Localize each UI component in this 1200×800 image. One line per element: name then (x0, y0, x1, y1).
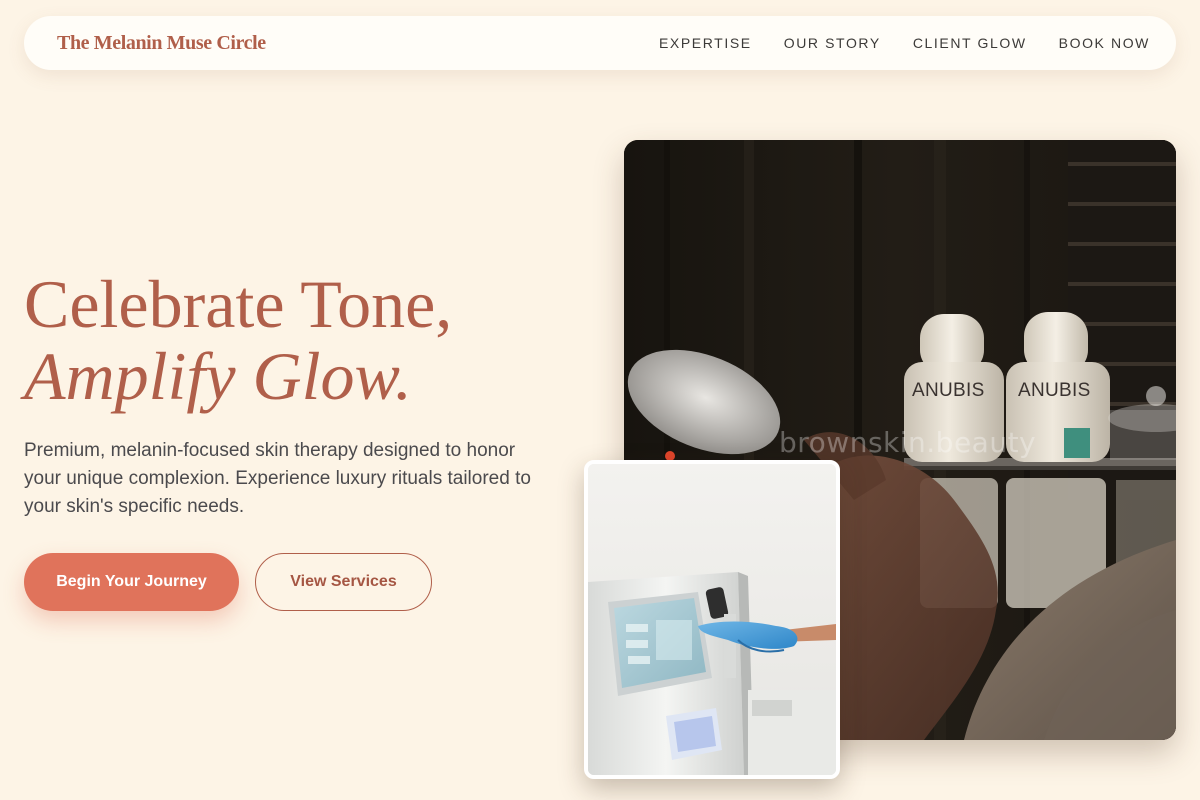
landing-page: The Melanin Muse Circle EXPERTISE OUR ST… (0, 0, 1200, 800)
navbar: The Melanin Muse Circle EXPERTISE OUR ST… (24, 16, 1176, 70)
nav-link-client-glow[interactable]: CLIENT GLOW (913, 35, 1027, 51)
brand-logo[interactable]: The Melanin Muse Circle (57, 32, 266, 55)
nav-menu: EXPERTISE OUR STORY CLIENT GLOW BOOK NOW (659, 35, 1150, 51)
hero-inset-photo (584, 460, 840, 779)
hero-heading-line-1: Celebrate Tone, (24, 266, 453, 342)
bottle-label-1: ANUBIS (912, 380, 985, 401)
hero-heading-line-2: Amplify Glow. (24, 338, 412, 414)
view-services-button[interactable]: View Services (255, 553, 432, 611)
hero-heading: Celebrate Tone, Amplify Glow. (24, 268, 452, 412)
bottle-label-2: ANUBIS (1018, 380, 1091, 401)
nav-link-book-now[interactable]: BOOK NOW (1059, 35, 1150, 51)
photo-watermark: brownskin.beauty (779, 426, 1037, 459)
nav-link-our-story[interactable]: OUR STORY (784, 35, 881, 51)
skin-analysis-device-illustration (588, 464, 836, 775)
hero-description: Premium, melanin-focused skin therapy de… (24, 440, 531, 517)
begin-journey-button[interactable]: Begin Your Journey (24, 553, 239, 611)
nav-link-expertise[interactable]: EXPERTISE (659, 35, 752, 51)
